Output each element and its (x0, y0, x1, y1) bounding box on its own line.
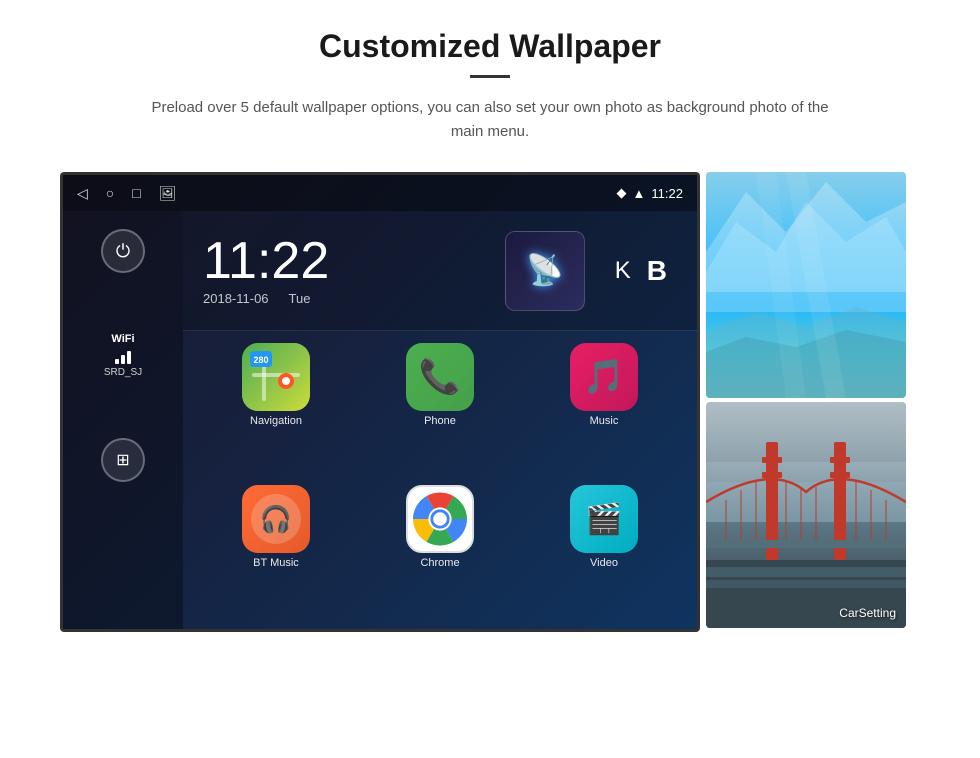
screenshot-icon[interactable]: 🖼 (159, 185, 177, 202)
content-area: ◁ ○ □ 🖼 ◆ ▲ 11:22 ⏻ (60, 172, 920, 632)
phone-icon: 📞 (419, 357, 461, 397)
svg-text:280: 280 (253, 355, 268, 365)
btmusic-icon-bg: 🎧 (242, 485, 310, 553)
radio-icon: 📡 (526, 253, 563, 288)
day-text: Tue (289, 291, 311, 306)
video-label: Video (590, 557, 618, 569)
wifi-ssid: SRD_SJ (104, 367, 142, 378)
left-sidebar: ⏻ WiFi SRD_SJ ⊞ (63, 211, 183, 629)
page-description: Preload over 5 default wallpaper options… (150, 96, 830, 144)
navigation-label: Navigation (250, 415, 302, 427)
android-screen: ◁ ○ □ 🖼 ◆ ▲ 11:22 ⏻ (60, 172, 700, 632)
app-grid: 280 Navigation 📞 (183, 331, 697, 629)
time-display: 11:22 (203, 235, 475, 287)
carsetting-label: CarSetting (839, 606, 896, 620)
navigation-icon-svg: 280 (242, 343, 310, 411)
wifi-bar-2 (121, 355, 125, 364)
btmusic-label: BT Music (253, 557, 299, 569)
screen-body: ⏻ WiFi SRD_SJ ⊞ (63, 211, 697, 629)
app-item-chrome[interactable]: Chrome (363, 485, 517, 617)
screen-main: 11:22 2018-11-06 Tue 📡 K B (183, 211, 697, 629)
app-item-video[interactable]: 🎬 Video (527, 485, 681, 617)
ki-icon: K (615, 257, 631, 285)
wifi-info: WiFi SRD_SJ (104, 333, 142, 378)
time-area: 11:22 2018-11-06 Tue 📡 K B (183, 211, 697, 331)
app-item-phone[interactable]: 📞 Phone (363, 343, 517, 475)
bluetooth-icon: 🎧 (251, 494, 301, 544)
phone-label: Phone (424, 415, 456, 427)
bluetooth-symbol: 🎧 (260, 504, 292, 535)
page-container: Customized Wallpaper Preload over 5 defa… (0, 0, 980, 758)
location-icon: ◆ (617, 185, 627, 201)
chrome-label: Chrome (420, 557, 459, 569)
shortcut-icons: K B (615, 255, 677, 287)
apps-grid-button[interactable]: ⊞ (101, 438, 145, 482)
bridge-svg (706, 402, 906, 628)
wifi-label: WiFi (104, 333, 142, 345)
app-item-navigation[interactable]: 280 Navigation (199, 343, 353, 475)
wifi-bars (104, 348, 142, 364)
date-display: 2018-11-06 Tue (203, 291, 475, 306)
signal-icon: ▲ (633, 186, 646, 201)
navigation-icon-bg: 280 (242, 343, 310, 411)
back-icon[interactable]: ◁ (77, 185, 88, 202)
title-divider (470, 75, 510, 78)
power-button[interactable]: ⏻ (101, 229, 145, 273)
date-text: 2018-11-06 (203, 291, 269, 306)
page-title: Customized Wallpaper (319, 28, 661, 65)
chrome-icon-svg (412, 490, 468, 548)
ice-cave-svg (706, 172, 906, 398)
nav-buttons: ◁ ○ □ 🖼 (77, 185, 177, 202)
music-label: Music (590, 415, 619, 427)
grid-icon: ⊞ (116, 450, 129, 470)
status-right: ◆ ▲ 11:22 (617, 185, 683, 201)
wallpaper-ice-cave[interactable] (706, 172, 906, 398)
home-icon[interactable]: ○ (106, 185, 114, 201)
status-time: 11:22 (651, 186, 683, 201)
phone-icon-bg: 📞 (406, 343, 474, 411)
music-icon-bg: 🎵 (570, 343, 638, 411)
music-icon: 🎵 (583, 357, 625, 397)
recents-icon[interactable]: □ (132, 185, 140, 201)
video-icon: 🎬 (585, 502, 622, 537)
wallpaper-bridge[interactable]: CarSetting (706, 402, 906, 628)
time-block: 11:22 2018-11-06 Tue (203, 235, 475, 306)
b-icon: B (647, 255, 667, 287)
status-bar: ◁ ○ □ 🖼 ◆ ▲ 11:22 (63, 175, 697, 211)
app-item-music[interactable]: 🎵 Music (527, 343, 681, 475)
video-icon-bg: 🎬 (570, 485, 638, 553)
wifi-bar-3 (127, 351, 131, 364)
power-icon: ⏻ (116, 241, 130, 262)
wallpaper-previews: CarSetting (706, 172, 906, 628)
radio-widget[interactable]: 📡 (505, 231, 585, 311)
wifi-bar-1 (115, 359, 119, 364)
app-item-btmusic[interactable]: 🎧 BT Music (199, 485, 353, 617)
chrome-icon-bg (406, 485, 474, 553)
